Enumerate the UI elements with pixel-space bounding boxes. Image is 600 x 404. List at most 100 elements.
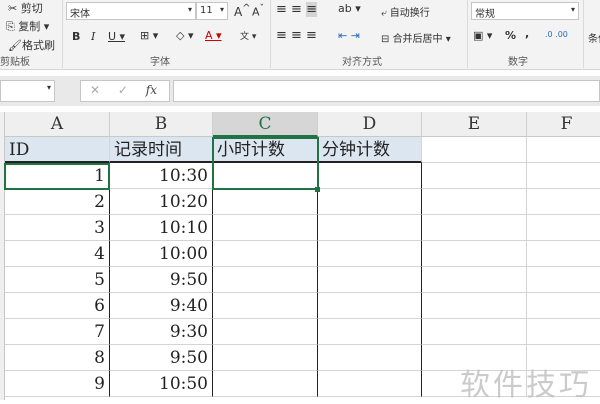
enter-icon[interactable]: ✓ — [118, 83, 128, 97]
column-header-D[interactable]: D — [318, 112, 422, 137]
alignment-group-label: 对齐方式 — [342, 57, 382, 68]
cut-button[interactable]: ✂ 剪切 — [8, 0, 43, 16]
comma-button[interactable]: , — [525, 27, 529, 40]
time-cell[interactable]: 10:20 — [110, 189, 213, 215]
cancel-icon[interactable]: ✕ — [90, 83, 100, 97]
cell[interactable] — [422, 241, 527, 267]
time-cell[interactable]: 10:50 — [110, 371, 213, 397]
time-cell[interactable]: 9:50 — [110, 267, 213, 293]
column-header-C[interactable]: C — [213, 112, 318, 137]
decrease-font-icon[interactable]: Aˇ — [252, 3, 264, 19]
header-cell[interactable]: ID — [5, 137, 110, 163]
hour-count-cell[interactable] — [213, 215, 318, 241]
id-cell[interactable]: 3 — [5, 215, 110, 241]
cell[interactable] — [527, 293, 600, 319]
minute-count-cell[interactable] — [318, 267, 422, 293]
number-format-select[interactable]: 常规 ▾ — [471, 2, 579, 20]
id-cell[interactable]: 2 — [5, 189, 110, 215]
cell[interactable] — [422, 319, 527, 345]
format-painter-button[interactable]: 🖌格式刷 — [8, 37, 55, 53]
accounting-icon[interactable]: ▣ ▾ — [473, 29, 492, 42]
hour-count-cell[interactable] — [213, 319, 318, 345]
format-painter-label: 格式刷 — [21, 39, 55, 52]
fill-handle[interactable] — [315, 187, 320, 192]
minute-count-cell[interactable] — [318, 215, 422, 241]
hour-count-cell[interactable] — [213, 189, 318, 215]
conditional-format-button[interactable]: 条件 — [588, 30, 600, 45]
formula-input[interactable] — [173, 80, 600, 102]
id-cell[interactable]: 7 — [5, 319, 110, 345]
insert-function-icon[interactable]: fx — [146, 83, 157, 97]
time-cell[interactable]: 10:00 — [110, 241, 213, 267]
header-cell[interactable]: 分钟计数 — [318, 137, 422, 163]
column-header-B[interactable]: B — [110, 112, 213, 137]
border-icon[interactable]: ⊞ ▾ — [140, 29, 158, 42]
time-cell[interactable]: 10:30 — [110, 163, 213, 189]
cell[interactable] — [422, 163, 527, 189]
hour-count-cell[interactable] — [213, 293, 318, 319]
cell[interactable] — [422, 293, 527, 319]
minute-count-cell[interactable] — [318, 371, 422, 397]
indent-icon[interactable]: ⇤ ⇥ — [338, 29, 360, 42]
increase-font-icon[interactable]: A^ — [234, 3, 251, 19]
chevron-down-icon: ▾ — [46, 83, 51, 92]
cell[interactable] — [422, 267, 527, 293]
align-left-icon[interactable]: ≡ ≡ ≡ — [276, 28, 317, 43]
column-header-F[interactable]: F — [527, 112, 600, 137]
font-color-icon[interactable]: A ▾ — [205, 29, 222, 42]
hour-count-cell[interactable] — [213, 267, 318, 293]
header-cell[interactable]: 记录时间 — [110, 137, 213, 163]
name-box[interactable]: ▾ — [0, 80, 55, 102]
font-size-select[interactable]: 11 ▾ — [196, 2, 228, 20]
cut-label: 剪切 — [20, 2, 43, 15]
cell[interactable] — [527, 267, 600, 293]
cell[interactable] — [422, 137, 527, 163]
bold-icon[interactable]: B — [72, 30, 80, 43]
minute-count-cell[interactable] — [318, 189, 422, 215]
fill-color-icon[interactable]: ◇ ▾ — [176, 29, 193, 42]
copy-label: 复制 — [18, 20, 41, 33]
column-header-A[interactable]: A — [5, 112, 110, 137]
id-cell[interactable]: 6 — [5, 293, 110, 319]
id-cell[interactable]: 8 — [5, 345, 110, 371]
cell[interactable] — [422, 215, 527, 241]
time-cell[interactable]: 9:40 — [110, 293, 213, 319]
ribbon: ✂ 剪切 ⎘ 复制 ▾ 🖌格式刷 剪贴板 宋体 ▾ 11 ▾ A^ Aˇ B I U… — [0, 0, 600, 70]
italic-icon[interactable]: I — [91, 30, 95, 43]
wrap-text-button[interactable]: ⤶ 自动换行 — [381, 4, 430, 19]
cell[interactable] — [527, 137, 600, 163]
minute-count-cell[interactable] — [318, 293, 422, 319]
selected-cell[interactable] — [212, 137, 319, 190]
hour-count-cell[interactable] — [213, 371, 318, 397]
time-cell[interactable]: 10:10 — [110, 215, 213, 241]
cell[interactable] — [527, 163, 600, 189]
id-cell[interactable]: 4 — [5, 241, 110, 267]
chevron-down-icon: ▾ — [187, 5, 192, 14]
minute-count-cell[interactable] — [318, 345, 422, 371]
minute-count-cell[interactable] — [318, 163, 422, 189]
copy-button[interactable]: ⎘ 复制 ▾ — [6, 18, 49, 34]
hour-count-cell[interactable] — [213, 345, 318, 371]
font-name-select[interactable]: 宋体 ▾ — [66, 2, 196, 20]
hour-count-cell[interactable] — [213, 241, 318, 267]
minute-count-cell[interactable] — [318, 241, 422, 267]
minute-count-cell[interactable] — [318, 319, 422, 345]
orientation-icon[interactable]: ab ▾ — [338, 2, 361, 15]
cell[interactable] — [527, 241, 600, 267]
percent-button[interactable]: % — [505, 29, 516, 42]
cell[interactable] — [527, 215, 600, 241]
column-header-E[interactable]: E — [422, 112, 527, 137]
id-cell[interactable]: 1 — [5, 163, 110, 189]
decimal-icon[interactable]: .0 .00 — [545, 30, 568, 39]
time-cell[interactable]: 9:50 — [110, 345, 213, 371]
cell[interactable] — [527, 319, 600, 345]
cell[interactable] — [527, 189, 600, 215]
id-cell[interactable]: 5 — [5, 267, 110, 293]
cell[interactable] — [422, 189, 527, 215]
align-top-icon[interactable]: ≡ ≡ ≡ — [276, 2, 317, 17]
time-cell[interactable]: 9:30 — [110, 319, 213, 345]
phonetic-icon[interactable]: 文 ▾ — [240, 29, 256, 42]
merge-center-button[interactable]: ⊟ 合并后居中 ▾ — [381, 30, 451, 45]
id-cell[interactable]: 9 — [5, 371, 110, 397]
underline-icon[interactable]: U ▾ — [108, 30, 125, 43]
